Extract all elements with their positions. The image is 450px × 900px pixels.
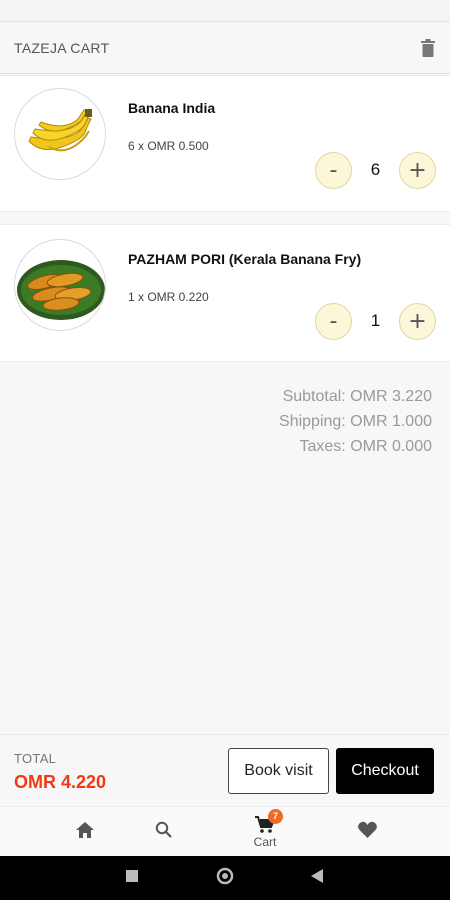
status-bar [0, 0, 450, 22]
cart-item: Banana India 6 x OMR 0.500 - 6 + [0, 75, 450, 212]
trash-icon[interactable] [420, 38, 436, 58]
item-price-line: 1 x OMR 0.220 [128, 290, 209, 304]
decrease-quantity-button[interactable]: - [315, 151, 352, 189]
quantity-stepper: - 6 + [315, 151, 436, 189]
bottom-nav: 7 Cart [0, 806, 450, 856]
cart-header: TAZEJA CART [0, 22, 450, 74]
nav-cart[interactable]: 7 Cart [240, 807, 290, 857]
taxes-text: Taxes: OMR 0.000 [299, 438, 433, 455]
quantity-value: 1 [370, 311, 381, 330]
item-price-line: 6 x OMR 0.500 [128, 139, 209, 153]
decrease-quantity-button[interactable]: - [315, 302, 352, 340]
recents-button[interactable] [120, 856, 144, 900]
page-title: TAZEJA CART [14, 39, 110, 56]
heart-icon [357, 821, 377, 843]
checkout-button[interactable]: Checkout [336, 748, 434, 794]
item-name[interactable]: Banana India [128, 100, 215, 116]
quantity-stepper: - 1 + [315, 302, 436, 340]
square-icon [126, 869, 138, 887]
total-amount: OMR 4.220 [14, 772, 107, 792]
nav-favorites[interactable] [352, 807, 382, 857]
total-label: TOTAL [14, 751, 57, 766]
cart-icon-wrap: 7 [255, 808, 283, 834]
back-triangle-icon [311, 868, 323, 888]
home-system-button[interactable] [213, 856, 237, 900]
search-icon [155, 821, 172, 843]
system-nav-bar [0, 856, 450, 900]
order-summary: Subtotal: OMR 3.220 Shipping: OMR 1.000 … [279, 387, 432, 462]
cart-count-badge: 7 [268, 808, 283, 824]
subtotal-text: Subtotal: OMR 3.220 [282, 388, 432, 405]
checkout-footer: TOTAL OMR 4.220 Book visit Checkout [0, 734, 450, 806]
item-name[interactable]: PAZHAM PORI (Kerala Banana Fry) [128, 251, 361, 267]
circle-icon [216, 867, 234, 890]
back-system-button[interactable] [305, 856, 329, 900]
book-visit-button[interactable]: Book visit [228, 748, 329, 794]
cart-item: PAZHAM PORI (Kerala Banana Fry) 1 x OMR … [0, 224, 450, 362]
increase-quantity-button[interactable]: + [399, 302, 436, 340]
nav-home[interactable] [70, 807, 100, 857]
increase-quantity-button[interactable]: + [399, 151, 436, 189]
quantity-value: 6 [370, 160, 381, 179]
product-image-pazham-pori [14, 239, 106, 331]
shipping-text: Shipping: OMR 1.000 [279, 413, 432, 430]
product-image-banana [14, 88, 106, 180]
home-icon [76, 821, 94, 843]
nav-search[interactable] [148, 807, 178, 857]
